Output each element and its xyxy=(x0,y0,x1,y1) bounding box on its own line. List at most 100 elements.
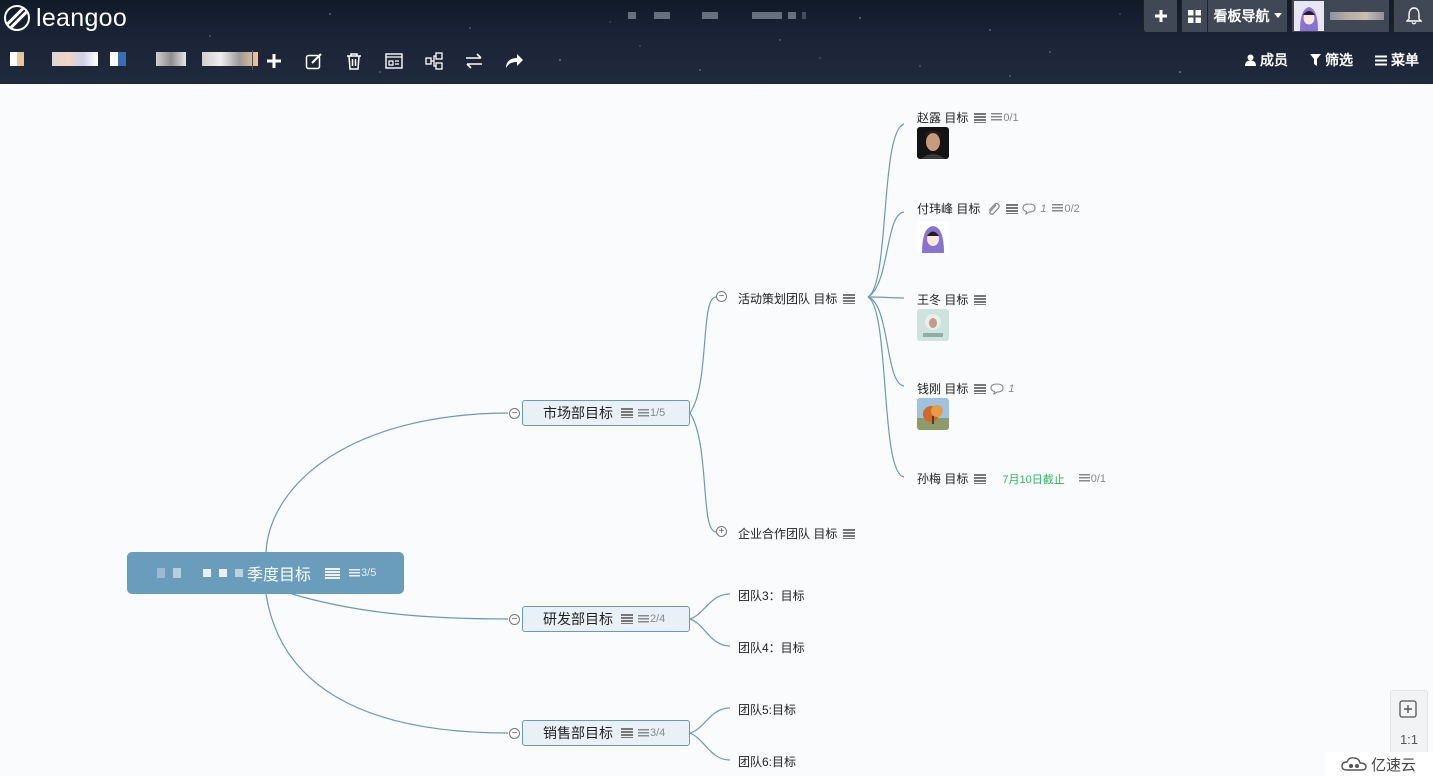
member-node-wangdong[interactable]: 王冬 目标 xyxy=(917,291,987,308)
collapse-toggle[interactable]: − xyxy=(509,728,520,739)
card-icon xyxy=(384,52,403,69)
edit-icon xyxy=(305,52,322,69)
subnode-label: 企业合作团队 目标 xyxy=(738,527,838,541)
mindmap-links xyxy=(265,123,905,761)
description-icon xyxy=(974,112,987,123)
watermark-text: 亿速云 xyxy=(1371,756,1417,774)
description-icon xyxy=(621,408,633,418)
description-icon xyxy=(843,528,856,539)
avatar-zhaolu xyxy=(917,127,949,159)
menu-label: 菜单 xyxy=(1391,52,1419,68)
filter-button[interactable]: 筛选 xyxy=(1310,50,1353,70)
subnode-label: 团队4：目标 xyxy=(738,641,805,655)
member-label: 付玮峰 目标 xyxy=(917,202,981,216)
description-icon xyxy=(974,294,987,305)
branch-label: 研发部目标 xyxy=(543,611,613,627)
description-icon xyxy=(621,728,633,738)
cloud-logo-icon xyxy=(1341,757,1367,771)
caret-down-icon xyxy=(1273,13,1282,18)
swap-icon xyxy=(465,52,482,69)
subnode-label: 团队3：目标 xyxy=(738,589,805,603)
root-blurred-prefix xyxy=(157,568,165,578)
subnode-team4[interactable]: 团队4：目标 xyxy=(738,639,805,656)
subnode-team6[interactable]: 团队6:目标 xyxy=(738,753,796,770)
description-icon xyxy=(843,293,856,304)
subnode-activity-team[interactable]: 活动策划团队 目标 xyxy=(738,290,856,307)
add-node-button[interactable] xyxy=(263,50,284,71)
member-node-sunmei[interactable]: 孙梅 目标 7月10日截止 0/1 xyxy=(917,470,1106,487)
zoom-reset-button[interactable]: 1:1 xyxy=(1391,732,1427,747)
zoom-in-icon[interactable] xyxy=(1399,700,1417,718)
collapse-toggle[interactable]: − xyxy=(509,408,520,419)
add-button[interactable] xyxy=(1143,0,1177,32)
branch-node-sales[interactable]: 销售部目标 3/4 xyxy=(522,720,690,746)
logo-icon xyxy=(4,5,30,31)
grid-icon xyxy=(1188,9,1201,23)
checklist-progress: 1/5 xyxy=(638,407,665,419)
paperclip-icon xyxy=(988,202,1001,215)
collapse-toggle[interactable]: − xyxy=(509,614,520,625)
notifications-button[interactable] xyxy=(1393,0,1433,32)
checklist-icon xyxy=(638,614,649,624)
member-node-qiangang[interactable]: 钱刚 目标 1 xyxy=(917,380,1014,397)
branch-node-rnd[interactable]: 研发部目标 2/4 xyxy=(522,606,690,632)
breadcrumb[interactable] xyxy=(10,52,258,66)
members-label: 成员 xyxy=(1260,52,1288,68)
checklist-progress: 3/5 xyxy=(349,567,376,579)
toolbar-divider xyxy=(252,50,253,70)
board-title[interactable] xyxy=(628,12,806,19)
board-nav-label: 看板导航 xyxy=(1213,8,1270,24)
member-label: 赵露 目标 xyxy=(917,111,969,125)
delete-node-button[interactable] xyxy=(343,50,364,71)
bell-icon xyxy=(1405,7,1422,25)
root-node[interactable]: 季度目标 3/5 xyxy=(127,552,404,594)
checklist-progress: 2/4 xyxy=(638,613,665,625)
board-nav-dropdown[interactable]: 看板导航 xyxy=(1207,0,1287,32)
subnode-team3[interactable]: 团队3：目标 xyxy=(738,587,805,604)
comment-icon xyxy=(990,382,1004,395)
checklist-icon xyxy=(991,113,1003,122)
branch-node-market[interactable]: 市场部目标 1/5 xyxy=(522,400,690,426)
member-node-zhaolu[interactable]: 赵露 目标 0/1 xyxy=(917,109,1019,126)
branch-label: 销售部目标 xyxy=(543,725,613,741)
branch-label: 市场部目标 xyxy=(543,405,613,421)
share-button[interactable] xyxy=(503,50,524,71)
subnode-label: 团队5:目标 xyxy=(738,703,797,717)
user-profile[interactable] xyxy=(1291,0,1389,32)
logo-text: leangoo xyxy=(36,3,128,32)
share-icon xyxy=(505,53,523,68)
edit-node-button[interactable] xyxy=(303,50,324,71)
member-label: 孙梅 目标 xyxy=(917,472,969,486)
member-label: 钱刚 目标 xyxy=(917,382,969,396)
description-icon xyxy=(974,473,987,484)
user-avatar xyxy=(1294,1,1324,31)
menu-button[interactable]: 菜单 xyxy=(1375,50,1419,70)
checklist-icon xyxy=(638,728,649,738)
avatar-fuweifeng xyxy=(917,221,949,253)
leangoo-logo[interactable]: leangoo xyxy=(4,4,127,32)
checklist-icon xyxy=(1052,204,1064,213)
subnode-team5[interactable]: 团队5:目标 xyxy=(738,701,796,718)
board-grid-button[interactable] xyxy=(1181,0,1207,32)
member-node-fuweifeng[interactable]: 付玮峰 目标 1 0/2 xyxy=(917,200,1080,217)
avatar-wangdong xyxy=(917,309,949,341)
description-icon xyxy=(974,383,987,394)
top-header: leangoo 看板导航 成员 筛选 菜单 xyxy=(0,0,1433,84)
subnode-partner-team[interactable]: 企业合作团队 目标 xyxy=(738,525,856,542)
mindmap-canvas[interactable]: 季度目标 3/5 − 市场部目标 1/5 − 研发部目标 2/4 − 销售部目标… xyxy=(0,84,1433,776)
checklist-progress: 0/1 xyxy=(991,112,1019,124)
swap-button[interactable] xyxy=(463,50,484,71)
subnode-label: 活动策划团队 目标 xyxy=(738,292,838,306)
tree-layout-button[interactable] xyxy=(423,50,444,71)
members-button[interactable]: 成员 xyxy=(1245,50,1288,70)
comment-count: 1 xyxy=(990,383,1014,395)
tree-icon xyxy=(424,51,443,70)
add-icon xyxy=(266,53,281,68)
user-name xyxy=(1330,12,1384,20)
card-view-button[interactable] xyxy=(383,50,404,71)
expand-toggle[interactable]: + xyxy=(716,526,727,537)
comment-count: 1 xyxy=(1022,203,1046,215)
comment-icon xyxy=(1022,202,1036,215)
collapse-toggle[interactable]: − xyxy=(716,291,727,302)
checklist-progress: 0/2 xyxy=(1052,203,1080,215)
